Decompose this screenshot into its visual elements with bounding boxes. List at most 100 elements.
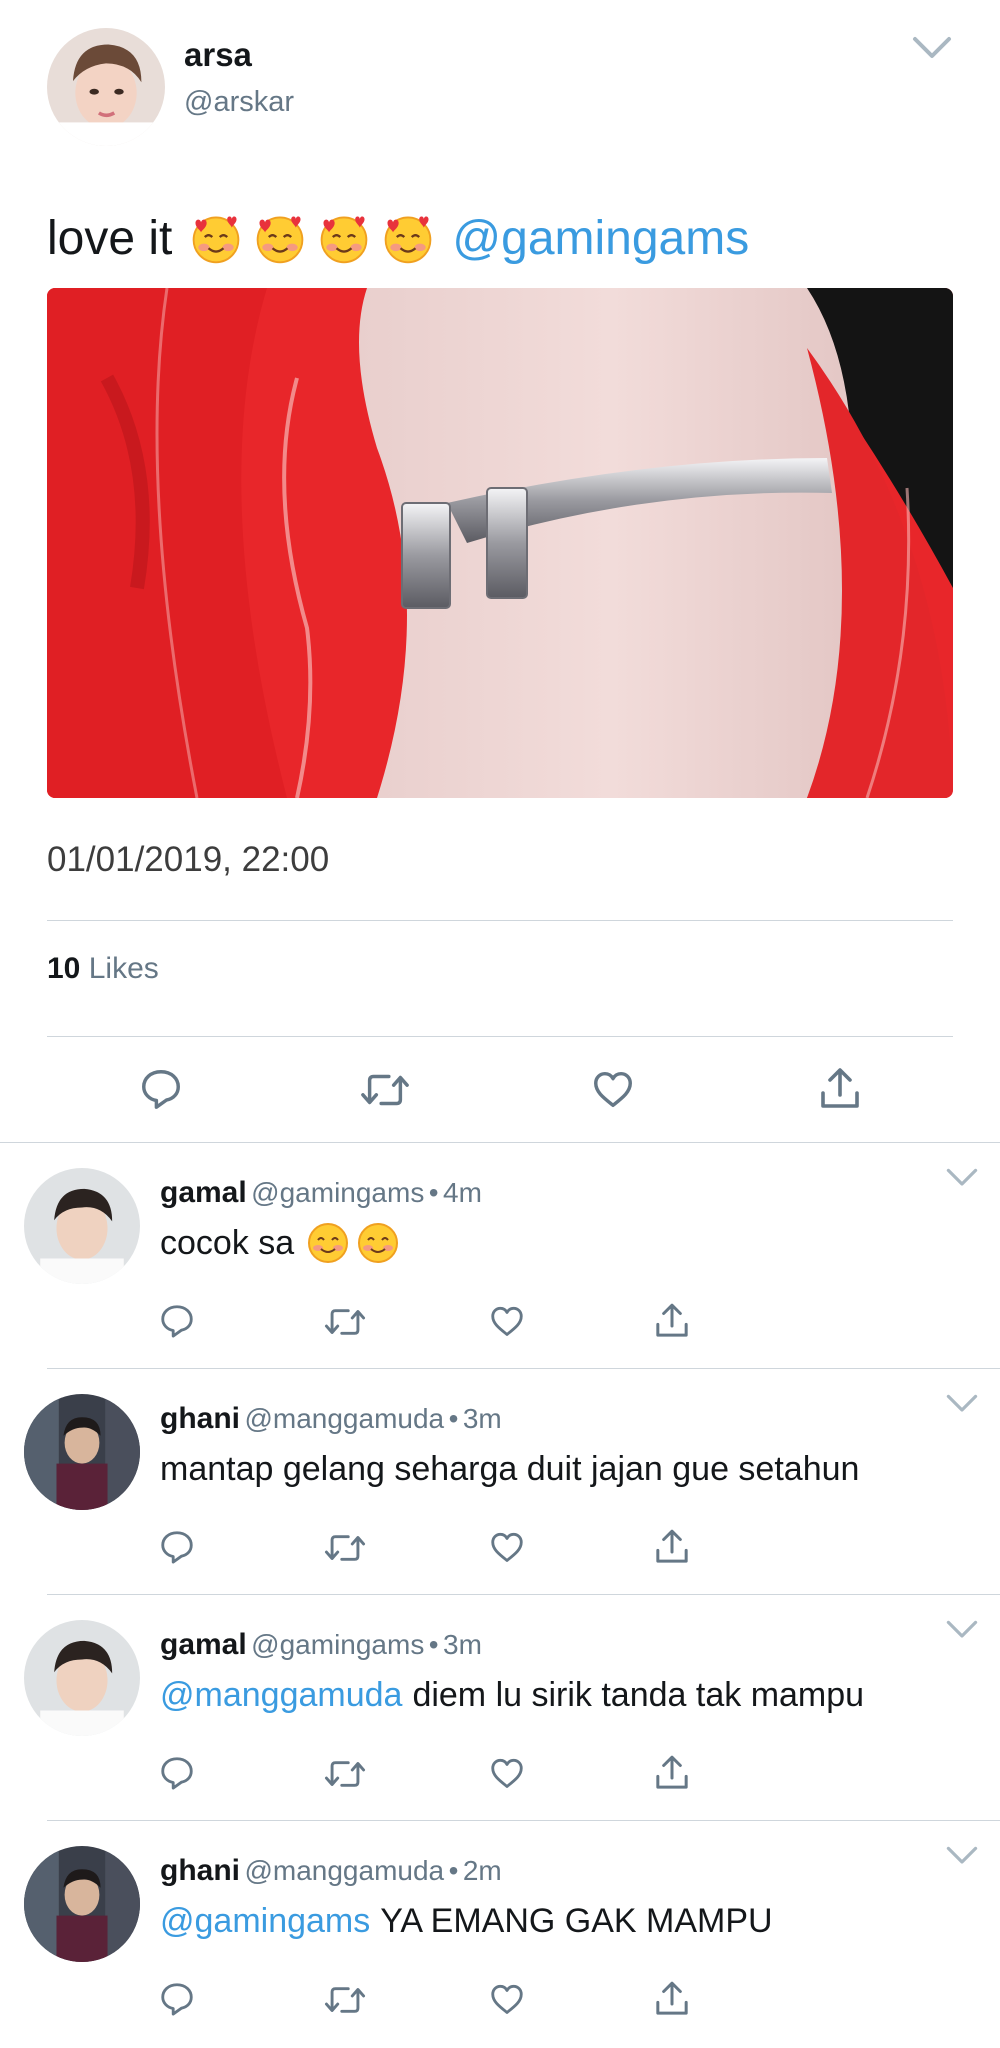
divider bbox=[47, 1036, 953, 1037]
chevron-down-icon[interactable] bbox=[946, 1620, 978, 1638]
divider bbox=[0, 1142, 1000, 1143]
reply-button[interactable] bbox=[158, 1980, 196, 2018]
heart-icon bbox=[491, 1532, 523, 1562]
divider bbox=[47, 920, 953, 921]
reply-time[interactable]: 3m bbox=[443, 1629, 482, 1660]
retweet-icon bbox=[324, 1987, 366, 2013]
retweet-icon bbox=[324, 1761, 366, 1787]
reply-text: mantap gelang seharga duit jajan gue set… bbox=[160, 1444, 859, 1494]
reply-separator: • bbox=[428, 1629, 439, 1660]
smiling-face-with-smiling-eyes-icon bbox=[306, 1221, 350, 1265]
smiling-face-with-hearts-icon bbox=[380, 210, 436, 266]
chevron-down-icon[interactable] bbox=[946, 1168, 978, 1186]
reply-separator: • bbox=[448, 1855, 459, 1886]
reply-icon bbox=[161, 1983, 193, 2016]
divider bbox=[47, 1594, 1000, 1595]
reply-body: cocok sa bbox=[160, 1223, 295, 1262]
divider bbox=[47, 1820, 1000, 1821]
reply-name[interactable]: ghani bbox=[160, 1402, 240, 1435]
reply-button[interactable] bbox=[158, 1302, 196, 1340]
heart-icon bbox=[594, 1071, 632, 1108]
like-button[interactable] bbox=[488, 1754, 526, 1792]
author-name[interactable]: arsa bbox=[184, 36, 252, 74]
smiling-face-with-hearts-icon bbox=[188, 210, 244, 266]
retweet-button[interactable] bbox=[360, 1068, 410, 1112]
share-button[interactable] bbox=[652, 1978, 692, 2020]
reply-separator: • bbox=[448, 1403, 459, 1434]
like-button[interactable] bbox=[488, 1980, 526, 2018]
reply-avatar[interactable] bbox=[24, 1168, 140, 1284]
reply-avatar[interactable] bbox=[24, 1394, 140, 1510]
retweet-button[interactable] bbox=[324, 1982, 366, 2018]
smiling-face-with-smiling-eyes-icon bbox=[356, 1221, 400, 1265]
reply-button[interactable] bbox=[158, 1754, 196, 1792]
divider bbox=[47, 1368, 1000, 1369]
likes-summary[interactable]: 10 Likes bbox=[47, 952, 159, 986]
retweet-icon bbox=[361, 1074, 409, 1106]
heart-icon bbox=[491, 1984, 523, 2014]
reply-name[interactable]: gamal bbox=[160, 1176, 247, 1209]
author-handle[interactable]: @arskar bbox=[184, 86, 294, 119]
share-icon bbox=[656, 1303, 688, 1337]
reply-button[interactable] bbox=[158, 1528, 196, 1566]
retweet-button[interactable] bbox=[324, 1304, 366, 1340]
reply-time[interactable]: 2m bbox=[463, 1855, 502, 1886]
likes-label: Likes bbox=[88, 952, 159, 985]
reply-header: ghani @manggamuda • 2m bbox=[160, 1854, 502, 1888]
reply-handle[interactable]: @manggamuda bbox=[244, 1855, 444, 1886]
share-icon bbox=[821, 1068, 859, 1108]
retweet-icon bbox=[324, 1309, 366, 1335]
chevron-down-icon[interactable] bbox=[946, 1846, 978, 1864]
reply-text: cocok sa bbox=[160, 1218, 400, 1268]
reply-time[interactable]: 3m bbox=[463, 1403, 502, 1434]
smiling-face-with-hearts-icon bbox=[252, 210, 308, 266]
reply-handle[interactable]: @manggamuda bbox=[244, 1403, 444, 1434]
like-button[interactable] bbox=[488, 1302, 526, 1340]
reply-body: mantap gelang seharga duit jajan gue set… bbox=[160, 1449, 860, 1488]
share-button[interactable] bbox=[816, 1064, 864, 1114]
share-button[interactable] bbox=[652, 1752, 692, 1794]
retweet-button[interactable] bbox=[324, 1756, 366, 1792]
reply-name[interactable]: gamal bbox=[160, 1628, 247, 1661]
share-button[interactable] bbox=[652, 1300, 692, 1342]
share-icon bbox=[656, 1529, 688, 1563]
tweet-timestamp[interactable]: 01/01/2019, 22:00 bbox=[47, 840, 329, 880]
reply-separator: • bbox=[428, 1177, 439, 1208]
smiling-face-with-hearts-icon bbox=[316, 210, 372, 266]
share-icon bbox=[656, 1755, 688, 1789]
reply-mention-link[interactable]: @manggamuda bbox=[160, 1676, 402, 1715]
chevron-down-icon[interactable] bbox=[912, 36, 952, 60]
reply-header: ghani @manggamuda • 3m bbox=[160, 1402, 502, 1436]
reply-body: YA EMANG GAK MAMPU bbox=[380, 1901, 773, 1940]
reply-icon bbox=[142, 1070, 180, 1109]
reply-body: diem lu sirik tanda tak mampu bbox=[412, 1675, 865, 1714]
reply-avatar[interactable] bbox=[24, 1846, 140, 1962]
reply-avatar[interactable] bbox=[24, 1620, 140, 1736]
reply-time[interactable]: 4m bbox=[443, 1177, 482, 1208]
share-button[interactable] bbox=[652, 1526, 692, 1568]
heart-icon bbox=[491, 1306, 523, 1336]
reply-text: @gamingams YA EMANG GAK MAMPU bbox=[160, 1896, 773, 1946]
tweet-mention-link[interactable]: @gamingams bbox=[452, 211, 749, 266]
reply-header: gamal @gamingams • 3m bbox=[160, 1628, 482, 1662]
reply-button[interactable] bbox=[138, 1066, 184, 1112]
tweet-body: love it bbox=[47, 211, 173, 265]
share-icon bbox=[656, 1981, 688, 2015]
author-avatar[interactable] bbox=[47, 28, 165, 146]
reply-mention-link[interactable]: @gamingams bbox=[160, 1902, 370, 1941]
heart-icon bbox=[491, 1758, 523, 1788]
reply-header: gamal @gamingams • 4m bbox=[160, 1176, 482, 1210]
reply-handle[interactable]: @gamingams bbox=[251, 1629, 424, 1660]
reply-name[interactable]: ghani bbox=[160, 1854, 240, 1887]
likes-count: 10 bbox=[47, 952, 81, 985]
reply-handle[interactable]: @gamingams bbox=[251, 1177, 424, 1208]
retweet-button[interactable] bbox=[324, 1530, 366, 1566]
chevron-down-icon[interactable] bbox=[946, 1394, 978, 1412]
tweet-text: love it @gamingams bbox=[47, 206, 749, 270]
tweet-media-image[interactable] bbox=[47, 288, 953, 798]
reply-text: @manggamuda diem lu sirik tanda tak mamp… bbox=[160, 1670, 864, 1720]
reply-icon bbox=[161, 1305, 193, 1338]
like-button[interactable] bbox=[488, 1528, 526, 1566]
like-button[interactable] bbox=[590, 1066, 636, 1112]
reply-icon bbox=[161, 1531, 193, 1564]
